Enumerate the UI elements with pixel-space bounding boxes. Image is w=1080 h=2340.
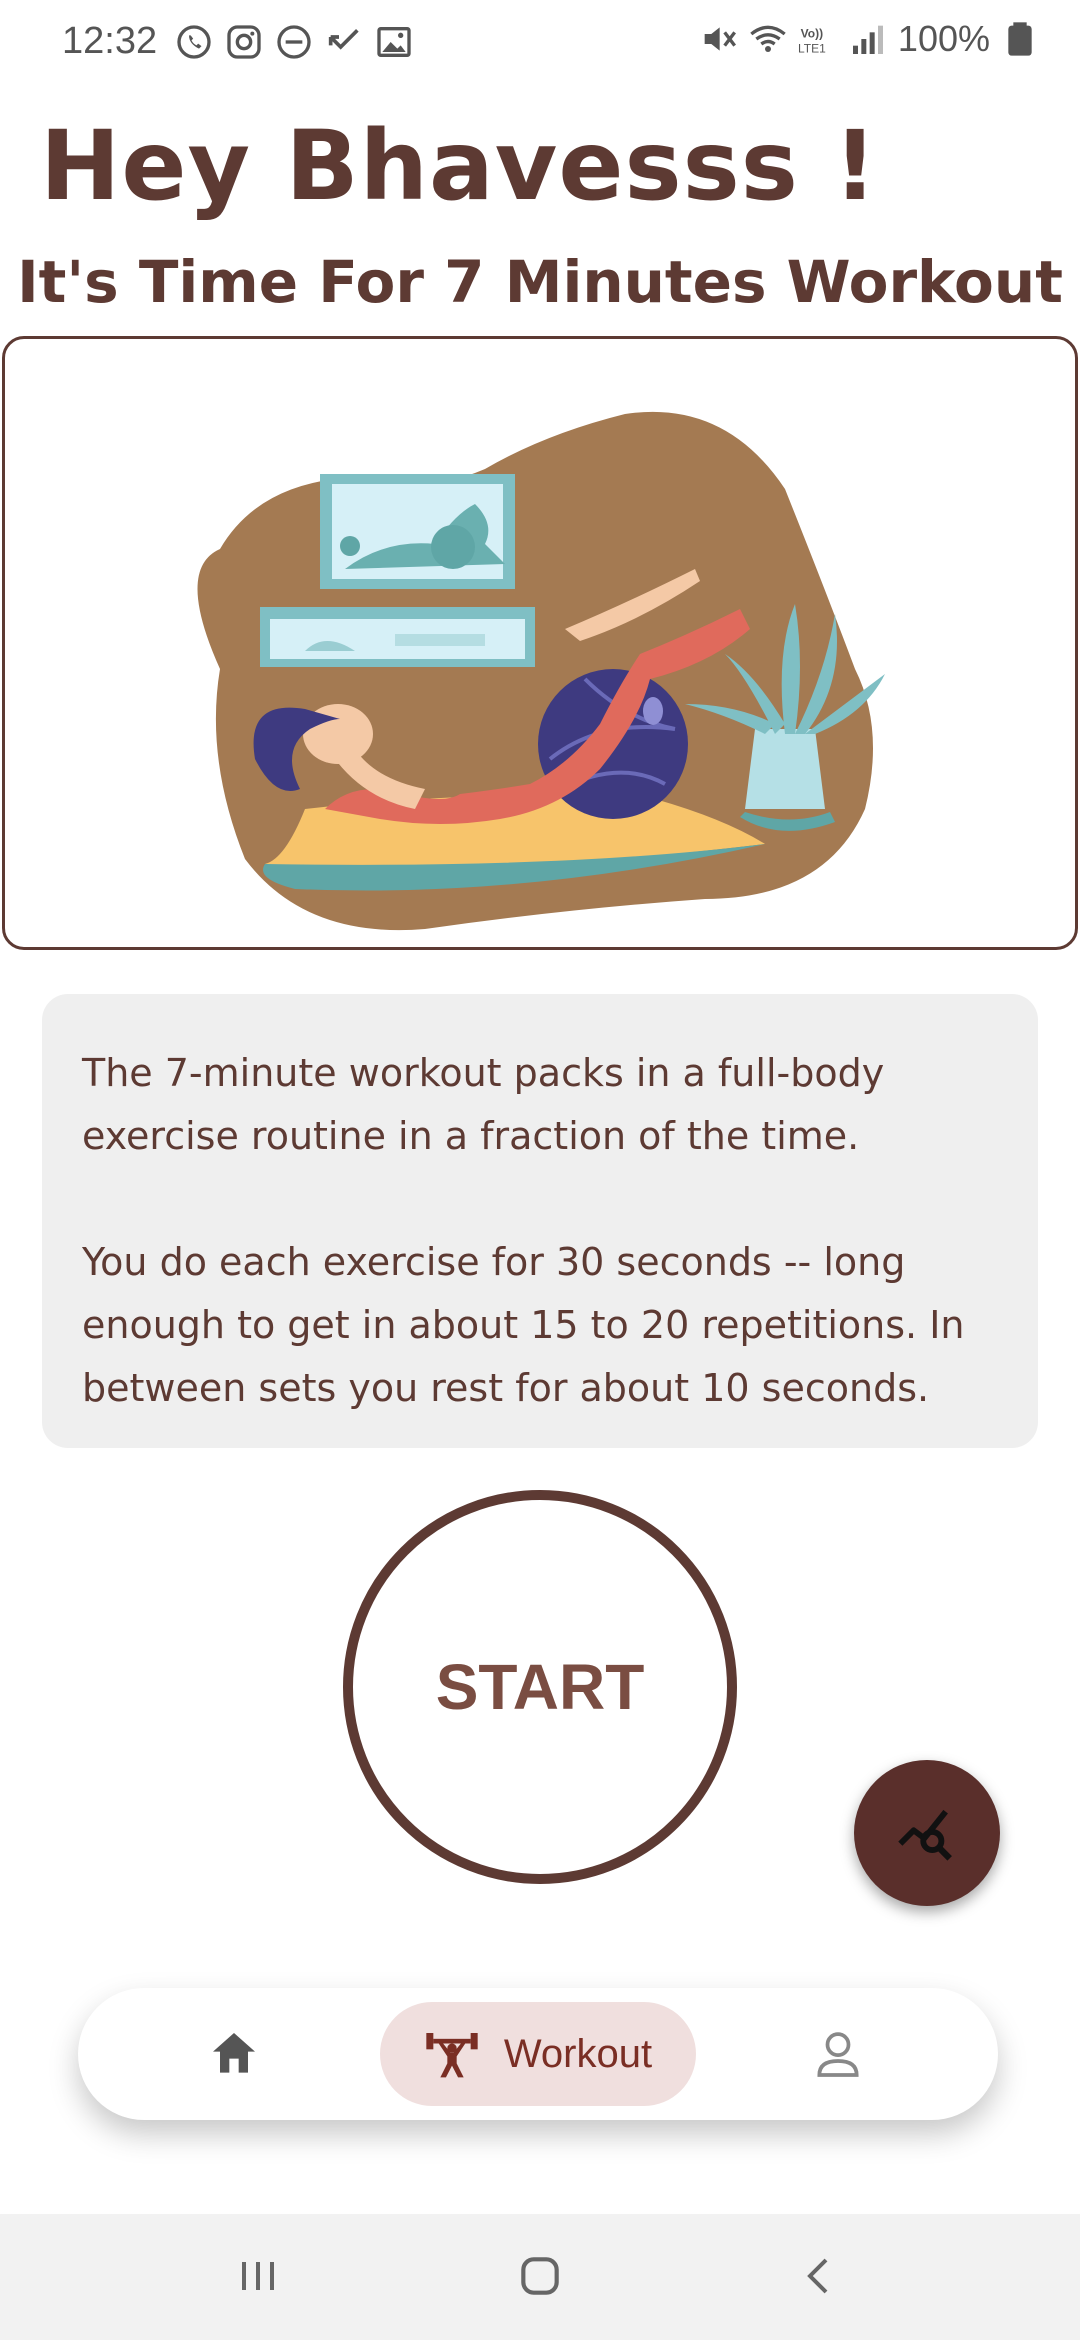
- recent-apps-icon: [242, 2262, 274, 2290]
- nav-item-workout[interactable]: Workout: [380, 2002, 696, 2106]
- notification-icons: [174, 22, 414, 62]
- back-icon: [807, 2258, 828, 2294]
- svg-text:Vo)): Vo)): [801, 27, 823, 41]
- wifi-icon: [750, 25, 786, 52]
- nav-item-workout-label: Workout: [503, 2031, 653, 2076]
- chart-search-icon: [898, 1809, 952, 1861]
- instagram-icon: [227, 25, 261, 59]
- system-navigation-bar: [0, 2214, 1080, 2340]
- whatsapp-icon: [177, 25, 211, 59]
- system-status-icons: Vo)) LTE1 100%: [698, 18, 1040, 60]
- bottom-navigation: Workout: [78, 1988, 998, 2120]
- stats-fab-button[interactable]: [854, 1760, 1000, 1906]
- missed-call-icon: [328, 29, 359, 50]
- gallery-icon: [377, 27, 411, 57]
- status-bar: 12:32 Vo)) LTE1 100%: [0, 0, 1080, 84]
- nav-item-profile[interactable]: [802, 2018, 874, 2090]
- dnd-icon: [277, 25, 311, 59]
- greeting-title: Hey Bhavesss !: [40, 110, 879, 222]
- back-button[interactable]: [788, 2244, 852, 2308]
- battery-percentage: 100%: [897, 18, 990, 59]
- home-button-icon: [521, 2257, 559, 2295]
- battery-icon: [1008, 22, 1032, 56]
- mute-icon: [704, 27, 736, 51]
- workout-subtitle: It's Time For 7 Minutes Workout: [17, 248, 1063, 316]
- status-time: 12:32: [62, 20, 158, 62]
- volte-icon: Vo))LTE1: [798, 27, 826, 56]
- description-paragraph-2: You do each exercise for 30 seconds -- l…: [82, 1240, 965, 1410]
- description-paragraph-1: The 7-minute workout packs in a full-bod…: [82, 1051, 885, 1158]
- system-home-button[interactable]: [508, 2244, 572, 2308]
- home-icon: [213, 2033, 255, 2073]
- workout-description: The 7-minute workout packs in a full-bod…: [42, 994, 1038, 1448]
- illustration-card: [2, 336, 1078, 950]
- signal-icon: [852, 25, 883, 54]
- nav-item-home[interactable]: [198, 2018, 270, 2090]
- svg-text:LTE1: LTE1: [798, 41, 826, 55]
- woman-exercise-ball-illustration: [197, 411, 885, 931]
- start-button[interactable]: START: [343, 1490, 737, 1884]
- profile-icon: [817, 2032, 859, 2077]
- dumbbell-person-icon: [426, 2033, 478, 2078]
- recent-apps-button[interactable]: [226, 2244, 290, 2308]
